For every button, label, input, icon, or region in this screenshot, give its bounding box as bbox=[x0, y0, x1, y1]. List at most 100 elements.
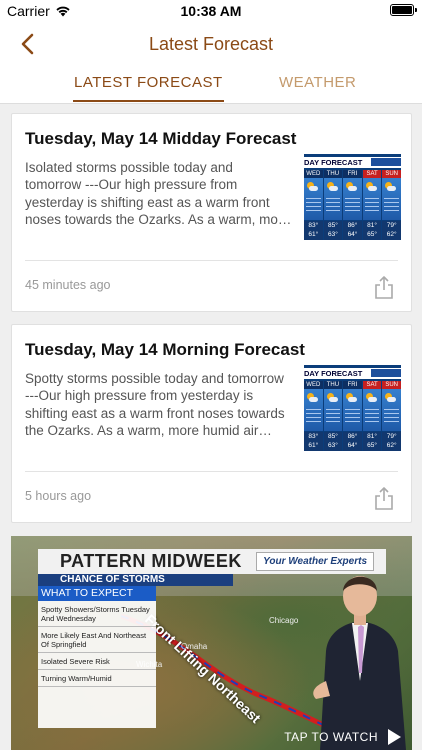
low-temp: 64° bbox=[347, 231, 358, 238]
share-button[interactable] bbox=[373, 485, 395, 511]
low-temp: 62° bbox=[386, 442, 397, 449]
thumbnail-day: THU bbox=[323, 170, 343, 220]
thumbnail-day: FRI bbox=[343, 381, 362, 431]
day-label: WED bbox=[304, 170, 323, 178]
high-temp: 85° bbox=[327, 433, 338, 440]
thumbnail-day: SUN bbox=[382, 170, 401, 220]
temp-cell: 83° 61° bbox=[304, 221, 323, 240]
station-logo bbox=[371, 369, 401, 377]
cloud-icon bbox=[328, 186, 338, 191]
high-temp: 83° bbox=[308, 222, 319, 229]
temp-cell: 81° 65° bbox=[362, 221, 382, 240]
article-summary: Spotty storms possible today and tomorro… bbox=[25, 371, 285, 439]
status-time: 10:38 AM bbox=[180, 3, 242, 19]
thumbnail-day: WED bbox=[304, 170, 323, 220]
thumbnail-days: WED THU FRI SAT SUN bbox=[304, 170, 401, 220]
low-temp: 62° bbox=[386, 231, 397, 238]
thumbnail-temps: 83° 61° 85° 63° 86° 64° 81° 65° 79° 62° bbox=[304, 221, 401, 240]
card-divider bbox=[25, 471, 398, 472]
article-card[interactable]: Tuesday, May 14 Morning Forecast Spotty … bbox=[11, 324, 412, 523]
tab-bar: LATEST FORECAST WEATHER bbox=[0, 66, 422, 104]
low-temp: 65° bbox=[367, 442, 377, 449]
high-temp: 79° bbox=[386, 433, 397, 440]
play-icon bbox=[388, 729, 401, 745]
thumbnail-header-title: DAY FORECAST bbox=[304, 158, 363, 167]
card-divider bbox=[25, 260, 398, 261]
thumbnail-day: SUN bbox=[382, 381, 401, 431]
article-title: Tuesday, May 14 Midday Forecast bbox=[25, 129, 297, 148]
high-temp: 83° bbox=[308, 433, 319, 440]
thumbnail-day: SAT bbox=[362, 170, 382, 220]
temp-cell: 79° 62° bbox=[382, 221, 401, 240]
day-label: SAT bbox=[362, 170, 382, 178]
day-label: WED bbox=[304, 381, 323, 389]
presenter bbox=[313, 576, 406, 750]
navigation-bar: Latest Forecast bbox=[0, 22, 422, 66]
thumbnail-header: DAY FORECAST bbox=[304, 157, 401, 168]
thumbnail-day: SAT bbox=[362, 381, 382, 431]
tap-to-watch[interactable]: TAP TO WATCH bbox=[284, 728, 402, 746]
cloud-icon bbox=[367, 397, 377, 402]
share-icon bbox=[375, 487, 393, 510]
cloud-icon bbox=[348, 397, 358, 402]
temp-cell: 85° 63° bbox=[323, 432, 343, 451]
day-label: FRI bbox=[343, 170, 362, 178]
thumbnail-header: DAY FORECAST bbox=[304, 368, 401, 379]
temp-cell: 86° 64° bbox=[343, 432, 362, 451]
status-bar: Carrier 10:38 AM bbox=[0, 0, 422, 22]
day-label: FRI bbox=[343, 381, 362, 389]
high-temp: 86° bbox=[347, 222, 358, 229]
video-card[interactable]: Chicago Wichita Omaha Front Lifting Nort… bbox=[11, 536, 412, 750]
low-temp: 65° bbox=[367, 231, 377, 238]
temp-cell: 83° 61° bbox=[304, 432, 323, 451]
low-temp: 64° bbox=[347, 442, 358, 449]
thumbnail-day: THU bbox=[323, 381, 343, 431]
temp-cell: 85° 63° bbox=[323, 221, 343, 240]
low-temp: 61° bbox=[308, 442, 319, 449]
temp-cell: 81° 65° bbox=[362, 432, 382, 451]
thumbnail-day: FRI bbox=[343, 170, 362, 220]
article-timestamp: 45 minutes ago bbox=[25, 278, 111, 292]
cloud-icon bbox=[328, 397, 338, 402]
cloud-icon bbox=[309, 186, 318, 191]
thumbnail-temps: 83° 61° 85° 63° 86° 64° 81° 65° 79° 62° bbox=[304, 432, 401, 451]
city-label: Chicago bbox=[269, 616, 299, 625]
article-title: Tuesday, May 14 Morning Forecast bbox=[25, 340, 305, 359]
cloud-icon bbox=[387, 397, 397, 402]
battery-icon bbox=[390, 4, 417, 16]
panel-item: More Likely East And Northeast Of Spring… bbox=[38, 627, 156, 653]
cloud-icon bbox=[387, 186, 397, 191]
day-label: SUN bbox=[382, 170, 401, 178]
day-label: THU bbox=[323, 170, 343, 178]
panel-item: Isolated Severe Risk bbox=[38, 653, 156, 670]
day-label: SUN bbox=[382, 381, 401, 389]
share-button[interactable] bbox=[373, 274, 395, 300]
cloud-icon bbox=[367, 186, 377, 191]
forecast-thumbnail: DAY FORECAST WED THU FRI SAT SUN 83° 61° … bbox=[304, 365, 401, 451]
forecast-thumbnail: DAY FORECAST WED THU FRI SAT SUN 83° 61° … bbox=[304, 154, 401, 240]
tab-latest-forecast[interactable]: LATEST FORECAST bbox=[73, 74, 224, 102]
tab-weather[interactable]: WEATHER bbox=[279, 74, 356, 91]
share-icon bbox=[375, 276, 393, 299]
day-label: SAT bbox=[362, 381, 382, 389]
thumbnail-day: WED bbox=[304, 381, 323, 431]
high-temp: 81° bbox=[367, 222, 377, 229]
article-card[interactable]: Tuesday, May 14 Midday Forecast Isolated… bbox=[11, 113, 412, 312]
panel-item: Spotty Showers/Storms Tuesday And Wednes… bbox=[38, 601, 156, 627]
expectations-panel: WHAT TO EXPECT Spotty Showers/Storms Tue… bbox=[38, 586, 156, 728]
thumbnail-header-title: DAY FORECAST bbox=[304, 369, 363, 378]
high-temp: 81° bbox=[367, 433, 377, 440]
day-label: THU bbox=[323, 381, 343, 389]
article-summary: Isolated storms possible today and tomor… bbox=[25, 160, 290, 228]
high-temp: 79° bbox=[386, 222, 397, 229]
temp-cell: 79° 62° bbox=[382, 432, 401, 451]
low-temp: 61° bbox=[308, 231, 319, 238]
video-subtitle: CHANCE OF STORMS bbox=[38, 574, 233, 586]
panel-item: Turning Warm/Humid bbox=[38, 670, 156, 687]
watch-label: TAP TO WATCH bbox=[284, 730, 378, 744]
low-temp: 63° bbox=[327, 231, 338, 238]
high-temp: 85° bbox=[327, 222, 338, 229]
station-logo bbox=[371, 158, 401, 166]
panel-heading: WHAT TO EXPECT bbox=[38, 586, 156, 601]
page-title: Latest Forecast bbox=[148, 34, 274, 54]
